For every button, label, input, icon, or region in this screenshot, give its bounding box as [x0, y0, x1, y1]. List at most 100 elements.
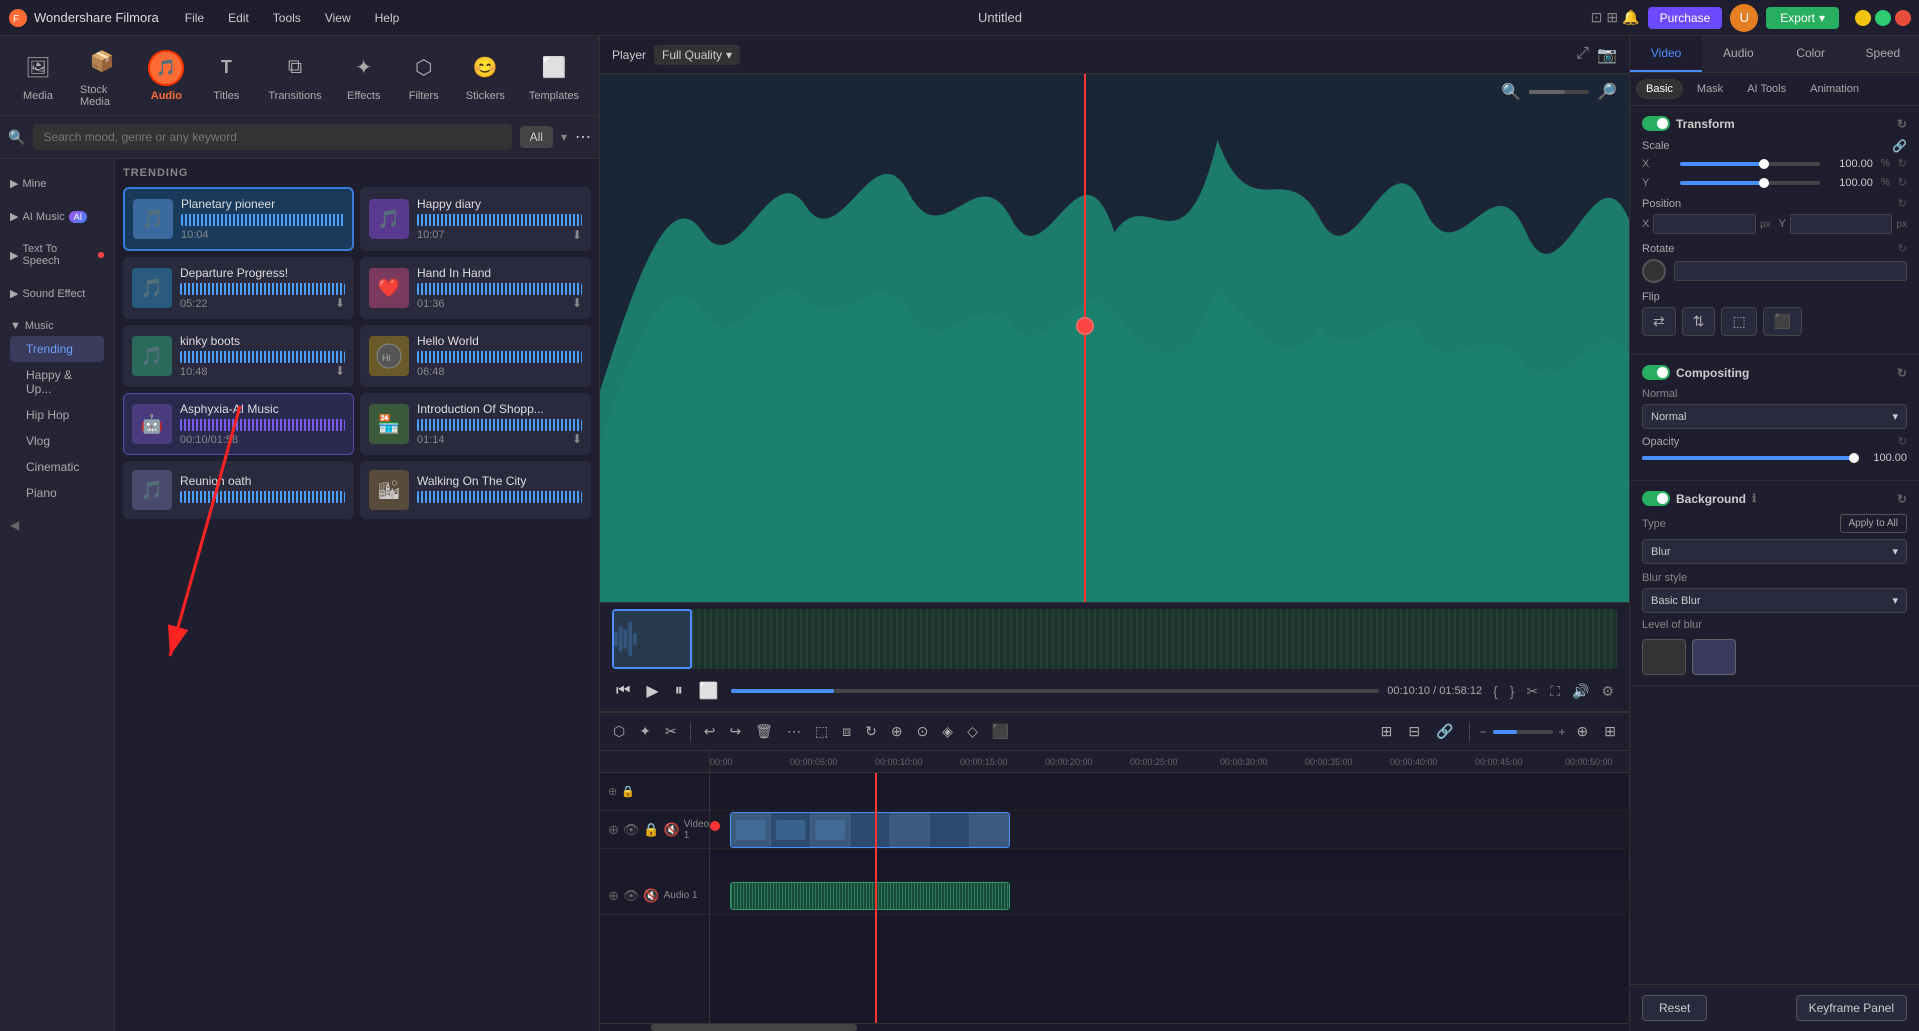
tab-video[interactable]: Video	[1630, 36, 1702, 72]
background-reset-icon[interactable]: ↻	[1897, 492, 1907, 506]
subtab-basic[interactable]: Basic	[1636, 79, 1683, 99]
notification-icon[interactable]: 🔔	[1622, 9, 1639, 26]
subtab-animation[interactable]: Animation	[1800, 79, 1869, 99]
filter-chevron-icon[interactable]: ▾	[561, 130, 567, 144]
rotate-wheel[interactable]	[1642, 259, 1666, 283]
position-reset-icon[interactable]: ↻	[1898, 197, 1907, 210]
toolbar-effects[interactable]: ✦ Effects	[334, 44, 394, 108]
toolbar-titles[interactable]: T Titles	[196, 44, 256, 108]
audio1-add-icon[interactable]: ⊕	[608, 888, 619, 904]
compositing-toggle-switch[interactable]	[1642, 365, 1670, 380]
blur-thumb-2[interactable]	[1692, 639, 1736, 675]
sidebar-collapse[interactable]: ◀	[0, 512, 114, 538]
sidebar-cinematic[interactable]: Cinematic	[10, 454, 104, 480]
tl-keyframe[interactable]: ◇	[962, 720, 983, 743]
tl-transform[interactable]: ⧈	[837, 720, 856, 743]
toolbar-transitions[interactable]: ⧉ Transitions	[256, 44, 333, 108]
video1-add-icon[interactable]: ⊕	[608, 822, 619, 838]
opacity-thumb[interactable]	[1849, 453, 1859, 463]
flip-3-button[interactable]: ⬚	[1721, 307, 1756, 336]
music-card-8[interactable]: 🎵 Reunion oath	[123, 461, 354, 519]
apply-all-button[interactable]: Apply to All	[1840, 514, 1907, 533]
tab-audio[interactable]: Audio	[1702, 36, 1774, 72]
tl-grid[interactable]: ⊟	[1403, 720, 1425, 743]
subtab-ai-tools[interactable]: AI Tools	[1737, 79, 1796, 99]
sidebar-happy[interactable]: Happy & Up...	[10, 362, 104, 402]
scale-y-reset-icon[interactable]: ↻	[1898, 176, 1907, 189]
tl-grid-view[interactable]: ⊞	[1599, 720, 1621, 743]
tl-rotate[interactable]: ↻	[860, 720, 882, 743]
tl-select-tool[interactable]: ⬡	[608, 720, 630, 743]
tl-redo[interactable]: ↪	[724, 720, 746, 743]
minimize-button[interactable]	[1855, 10, 1871, 26]
music-card-1[interactable]: 🎵 Happy diary 10:07 ⬇	[360, 187, 591, 251]
player-expand-icon[interactable]: ⤢	[1576, 45, 1589, 65]
stop-button[interactable]: ⬜	[695, 677, 723, 705]
add-track-icon[interactable]: ⊕	[608, 785, 617, 798]
flip-h-button[interactable]: ⇄	[1642, 307, 1676, 336]
minimize-icon[interactable]: ⊡	[1591, 9, 1603, 26]
seek-bar[interactable]	[731, 689, 1380, 693]
download-icon-1[interactable]: ⬇	[572, 228, 582, 242]
zoom-track[interactable]	[1493, 730, 1553, 734]
fullscreen-player-icon[interactable]: ⛶	[1547, 680, 1563, 703]
track-lock-icon[interactable]: 🔒	[621, 785, 635, 798]
background-info-icon[interactable]: ℹ	[1752, 492, 1756, 505]
toolbar-stickers[interactable]: 😊 Stickers	[454, 44, 517, 108]
video1-mute-icon[interactable]: 🔇	[664, 822, 680, 838]
position-y-input[interactable]: 0.00	[1790, 214, 1893, 234]
toolbar-filters[interactable]: ⬡ Filters	[394, 44, 454, 108]
tl-snap[interactable]: ⊞	[1376, 720, 1398, 743]
music-card-0[interactable]: 🎵 Planetary pioneer 10:04	[123, 187, 354, 251]
split-icon[interactable]: ✂	[1523, 680, 1541, 703]
music-card-2[interactable]: 🎵 Departure Progress! 05:22 ⬇	[123, 257, 354, 319]
scale-y-thumb[interactable]	[1759, 178, 1769, 188]
blend-mode-dropdown[interactable]: Normal ▾	[1642, 404, 1907, 429]
tl-cut-tool[interactable]: ✂	[660, 720, 682, 743]
toolbar-audio[interactable]: 🎵 Audio	[136, 44, 196, 108]
link-scale-icon[interactable]: 🔗	[1892, 139, 1907, 153]
position-x-input[interactable]: 0.00	[1653, 214, 1756, 234]
tl-ripple-tool[interactable]: ✦	[634, 720, 656, 743]
subtab-mask[interactable]: Mask	[1687, 79, 1733, 99]
video1-lock-icon[interactable]: 🔒	[643, 822, 659, 838]
keyframe-panel-button[interactable]: Keyframe Panel	[1796, 995, 1907, 1021]
timeline-scrollbar[interactable]	[600, 1023, 1629, 1031]
filter-all-button[interactable]: All	[520, 126, 553, 148]
quality-select[interactable]: Full Quality ▾	[654, 45, 740, 65]
video-clip-1[interactable]	[730, 812, 1010, 848]
zoom-slider[interactable]	[1529, 90, 1589, 94]
audio-settings-icon[interactable]: 🔊	[1569, 680, 1592, 703]
menu-edit[interactable]: Edit	[218, 7, 259, 29]
tl-undo[interactable]: ↩	[699, 720, 721, 743]
close-button[interactable]	[1895, 10, 1911, 26]
background-toggle-switch[interactable]	[1642, 491, 1670, 506]
maximize-button[interactable]	[1875, 10, 1891, 26]
music-card-3[interactable]: ❤️ Hand In Hand 01:36 ⬇	[360, 257, 591, 319]
transform-toggle-switch[interactable]	[1642, 116, 1670, 131]
tl-add-track[interactable]: ⊕	[1572, 720, 1594, 743]
pause-button[interactable]: ⏸	[671, 678, 687, 704]
reset-button[interactable]: Reset	[1642, 995, 1707, 1021]
blur-thumb-1[interactable]	[1642, 639, 1686, 675]
fullscreen-icon[interactable]: ⊞	[1606, 9, 1618, 26]
scale-x-reset-icon[interactable]: ↻	[1898, 157, 1907, 170]
tl-delete[interactable]: 🗑	[750, 720, 778, 743]
sidebar-hiphop[interactable]: Hip Hop	[10, 402, 104, 428]
user-avatar[interactable]: U	[1730, 4, 1758, 32]
playhead-dot[interactable]	[1076, 317, 1094, 335]
sidebar-ai-music[interactable]: ▶ AI Music AI	[10, 206, 104, 227]
rotate-value-input[interactable]: 0.00°	[1674, 261, 1907, 281]
scale-y-slider[interactable]	[1680, 181, 1820, 185]
toolbar-stock[interactable]: 📦 Stock Media	[68, 38, 136, 114]
tab-speed[interactable]: Speed	[1847, 36, 1919, 72]
zoom-plus-icon[interactable]: +	[1559, 725, 1566, 739]
opacity-reset-icon[interactable]: ↻	[1898, 435, 1907, 448]
sidebar-piano[interactable]: Piano	[10, 480, 104, 506]
zoom-minus-icon[interactable]: −	[1480, 725, 1487, 739]
toolbar-media[interactable]: 🖼 Media	[8, 44, 68, 108]
download-icon-4[interactable]: ⬇	[335, 364, 345, 378]
audio-clip-1[interactable]	[730, 882, 1010, 910]
player-snapshot-icon[interactable]: 📷	[1597, 45, 1617, 65]
transform-reset-icon[interactable]: ↻	[1897, 117, 1907, 131]
